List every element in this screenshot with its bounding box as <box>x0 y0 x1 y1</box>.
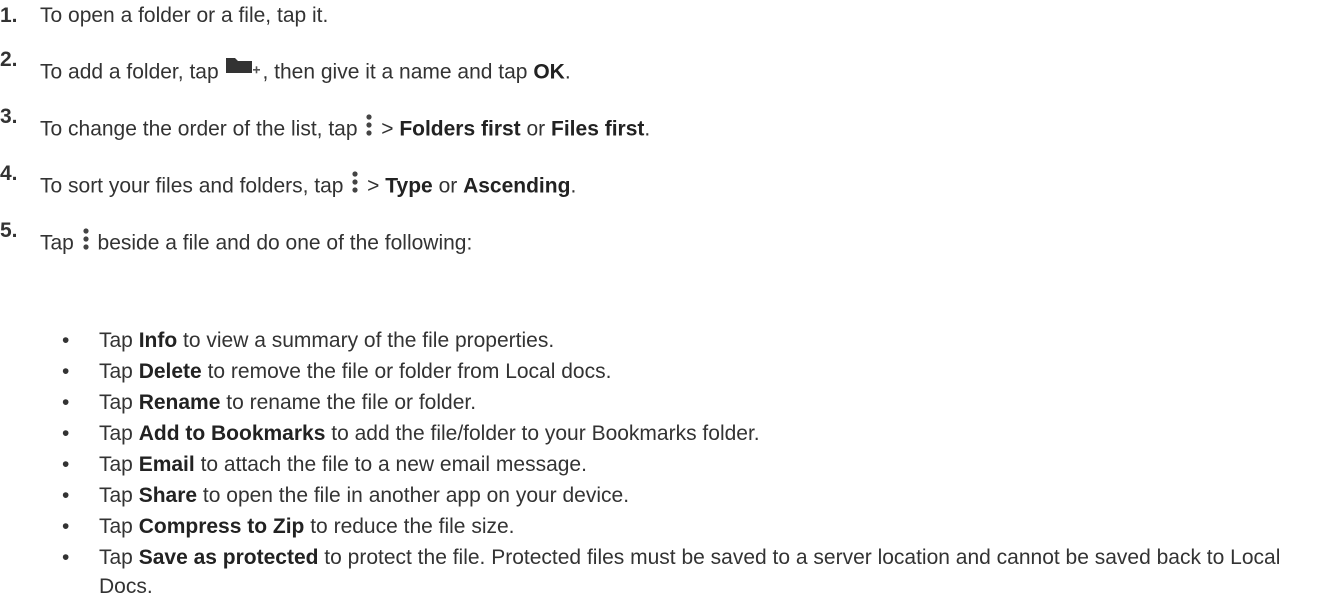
bullet: • <box>62 391 70 414</box>
step-number: 4. <box>0 162 18 185</box>
more-vert-icon <box>349 170 361 204</box>
list-item: • Tap Email to attach the file to a new … <box>0 450 1344 481</box>
list-item: • Tap Delete to remove the file or folde… <box>0 357 1344 388</box>
list-item: • Tap Rename to rename the file or folde… <box>0 388 1344 419</box>
step-number: 5. <box>0 219 18 242</box>
step-number: 3. <box>0 105 18 128</box>
more-vert-icon <box>363 113 375 147</box>
bullet: • <box>62 453 70 476</box>
folder-add-icon <box>224 56 262 90</box>
step-number: 1. <box>0 4 18 27</box>
folders-first-label: Folders first <box>399 117 521 141</box>
step-number: 2. <box>0 48 18 71</box>
more-vert-icon <box>80 227 92 261</box>
bullet: • <box>62 329 70 352</box>
bullet: • <box>62 515 70 538</box>
bullet: • <box>62 546 70 569</box>
list-item: • Tap Info to view a summary of the file… <box>0 326 1344 357</box>
list-item: • Tap Compress to Zip to reduce the file… <box>0 512 1344 543</box>
ok-label: OK <box>533 60 565 84</box>
list-item: • Tap Share to open the file in another … <box>0 481 1344 512</box>
list-item: • Tap Save as protected to protect the f… <box>0 543 1344 605</box>
instructions-page: 1. To open a folder or a file, tap it. 2… <box>0 0 1344 598</box>
list-item: • Tap Add to Bookmarks to add the file/f… <box>0 419 1344 450</box>
bullet: • <box>62 484 70 507</box>
type-label: Type <box>385 174 433 198</box>
bullet: • <box>62 360 70 383</box>
files-first-label: Files first <box>551 117 645 141</box>
ascending-label: Ascending <box>463 174 571 198</box>
step-5-options-list: • Tap Info to view a summary of the file… <box>0 326 1344 605</box>
step-text: To open a folder or a file, tap it. <box>40 4 329 27</box>
bullet: • <box>62 422 70 445</box>
